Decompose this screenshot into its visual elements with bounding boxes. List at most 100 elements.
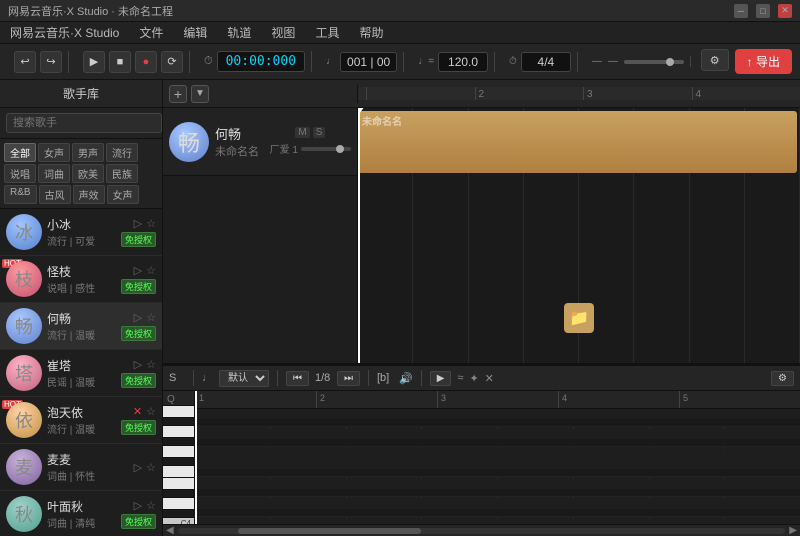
right-toolbar: ⚙ ↑ 导出 <box>701 49 792 74</box>
piano-key-fs4[interactable] <box>163 458 194 466</box>
add-track-button[interactable]: + <box>169 85 187 103</box>
h-scroll-thumb[interactable] <box>238 528 420 534</box>
singer-action-row: ▷ ☆ <box>134 358 156 371</box>
piano-key-a4[interactable] <box>163 426 194 438</box>
track-canvas[interactable]: 未命名名 📁 <box>358 108 800 363</box>
roll-canvas[interactable]: 1 2 3 4 5 <box>195 391 800 524</box>
play-icon[interactable]: ▷ <box>134 264 142 277</box>
singer-info: 怪枝 说唱 | 感性 <box>42 263 121 295</box>
pr-play-btn[interactable]: ▶ <box>430 371 452 386</box>
singer-item[interactable]: 畅 何畅 流行 | 温暖 ▷ ☆ 免授权 <box>0 303 162 350</box>
singer-item[interactable]: 麦 麦麦 词曲 | 怀性 ▷ ☆ <box>0 444 162 491</box>
singer-item[interactable]: 塔 崔塔 民谣 | 温暖 ▷ ☆ 免授权 <box>0 350 162 397</box>
piano-key-cs4[interactable] <box>163 510 194 518</box>
star-icon[interactable]: ☆ <box>146 358 156 371</box>
play-icon[interactable]: ▷ <box>134 499 142 512</box>
singer-name: 泡天依 <box>47 404 116 421</box>
piano-key-f4[interactable] <box>163 466 194 478</box>
solo-button[interactable]: S <box>313 127 326 138</box>
record-button[interactable]: ● <box>135 51 157 73</box>
piano-key-b4[interactable] <box>163 406 194 418</box>
filter-rb[interactable]: R&B <box>4 185 37 204</box>
star-icon[interactable]: ☆ <box>146 217 156 230</box>
filter-pop[interactable]: 流行 <box>106 143 138 162</box>
singer-panel-header: 歌手库 <box>0 80 162 108</box>
piano-key-d4[interactable] <box>163 498 194 510</box>
bpm-display[interactable]: 120.0 <box>438 52 488 72</box>
h-scroll-track[interactable] <box>178 528 786 534</box>
menu-file[interactable]: 文件 <box>135 22 167 43</box>
singer-item[interactable]: HOT 依 泡天依 流行 | 温暖 ✕ ☆ 免授权 <box>0 397 162 444</box>
singer-item[interactable]: HOT 枝 怪枝 说唱 | 感性 ▷ ☆ 免授权 <box>0 256 162 303</box>
pr-prev-button[interactable]: ⏮ <box>286 371 309 386</box>
scroll-left-icon[interactable]: ◀ <box>166 525 174 536</box>
piano-key-ds4[interactable] <box>163 490 194 498</box>
filter-lyric[interactable]: 词曲 <box>38 164 70 183</box>
filter-sfx[interactable]: 声效 <box>73 185 105 204</box>
pr-next-button[interactable]: ⏭ <box>337 371 360 386</box>
menu-edit[interactable]: 编辑 <box>179 22 211 43</box>
piano-key-as4[interactable] <box>163 418 194 426</box>
maximize-button[interactable]: □ <box>756 4 770 18</box>
settings-button[interactable]: ⚙ <box>701 49 729 71</box>
star-icon[interactable]: ☆ <box>146 499 156 512</box>
redo-button[interactable]: ↪ <box>40 51 62 73</box>
piano-key-gs4[interactable] <box>163 438 194 446</box>
piano-key-e4[interactable] <box>163 478 194 490</box>
pr-wave-icon: ≈ <box>457 372 463 384</box>
filter-folk[interactable]: 民族 <box>106 164 138 183</box>
search-input[interactable] <box>6 113 162 133</box>
filter-male[interactable]: 男声 <box>72 143 104 162</box>
free-badge: 免授权 <box>121 326 156 341</box>
piano-key-g4[interactable] <box>163 446 194 458</box>
stop-button[interactable]: ■ <box>109 51 131 73</box>
slash-icon[interactable]: ✕ <box>133 405 142 418</box>
piano-roll-content: Q C4 <box>163 391 800 524</box>
pr-default-select[interactable]: 默认 <box>219 370 269 387</box>
filter-female2[interactable]: 女声 <box>107 185 139 204</box>
volume-slider[interactable] <box>301 147 351 151</box>
time-sig-display[interactable]: 4/4 <box>521 52 571 72</box>
singer-avatar: 枝 <box>6 261 42 297</box>
roll-ruler-1: 1 <box>195 391 316 408</box>
filter-rap[interactable]: 说唱 <box>4 164 36 183</box>
minimize-button[interactable]: ─ <box>734 4 748 18</box>
scroll-right-icon[interactable]: ▶ <box>789 525 797 536</box>
filter-female[interactable]: 女声 <box>38 143 70 162</box>
close-button[interactable]: ✕ <box>778 4 792 18</box>
star-icon[interactable]: ☆ <box>146 264 156 277</box>
star-icon[interactable]: ☆ <box>146 461 156 474</box>
daw-area: + ▼ 2 3 4 畅 <box>163 80 800 536</box>
track-menu-button[interactable]: ▼ <box>191 85 209 103</box>
play-icon[interactable]: ▷ <box>134 461 142 474</box>
pr-close-icon[interactable]: ✕ <box>485 372 494 385</box>
menu-app[interactable]: 网易云音乐·X Studio <box>6 22 123 43</box>
menu-track[interactable]: 轨道 <box>223 22 255 43</box>
singer-item[interactable]: 秋 叶面秋 词曲 | 清纯 ▷ ☆ 免授权 <box>0 491 162 536</box>
clip-title: 未命名名 <box>362 113 402 128</box>
loop-button[interactable]: ⟳ <box>161 51 183 73</box>
export-button[interactable]: ↑ 导出 <box>735 49 792 74</box>
menu-help[interactable]: 帮助 <box>355 22 387 43</box>
play-icon[interactable]: ▷ <box>134 217 142 230</box>
star-icon[interactable]: ☆ <box>146 405 156 418</box>
singer-name: 何畅 <box>47 310 116 327</box>
undo-button[interactable]: ↩ <box>14 51 36 73</box>
piano-key-c4[interactable]: C4 <box>163 518 194 524</box>
menu-tools[interactable]: 工具 <box>311 22 343 43</box>
singer-item[interactable]: 冰 小冰 流行 | 可爱 ▷ ☆ 免授权 <box>0 209 162 256</box>
filter-western[interactable]: 欧美 <box>72 164 104 183</box>
filter-all[interactable]: 全部 <box>4 143 36 162</box>
star-icon[interactable]: ☆ <box>146 311 156 324</box>
play-icon[interactable]: ▷ <box>134 311 142 324</box>
track-clip[interactable]: 未命名名 <box>358 111 797 173</box>
play-button[interactable]: ▶ <box>83 51 105 73</box>
mute-button[interactable]: M <box>295 127 309 138</box>
pr-settings-button[interactable]: ⚙ <box>771 371 794 386</box>
singer-info: 何畅 流行 | 温暖 <box>42 310 121 342</box>
filter-ancient[interactable]: 古风 <box>39 185 71 204</box>
track-controls: 畅 何畅 未命名名 M S 厂爱 1 <box>163 108 358 363</box>
play-icon[interactable]: ▷ <box>134 358 142 371</box>
menu-view[interactable]: 视图 <box>267 22 299 43</box>
master-volume-slider[interactable] <box>624 60 684 64</box>
